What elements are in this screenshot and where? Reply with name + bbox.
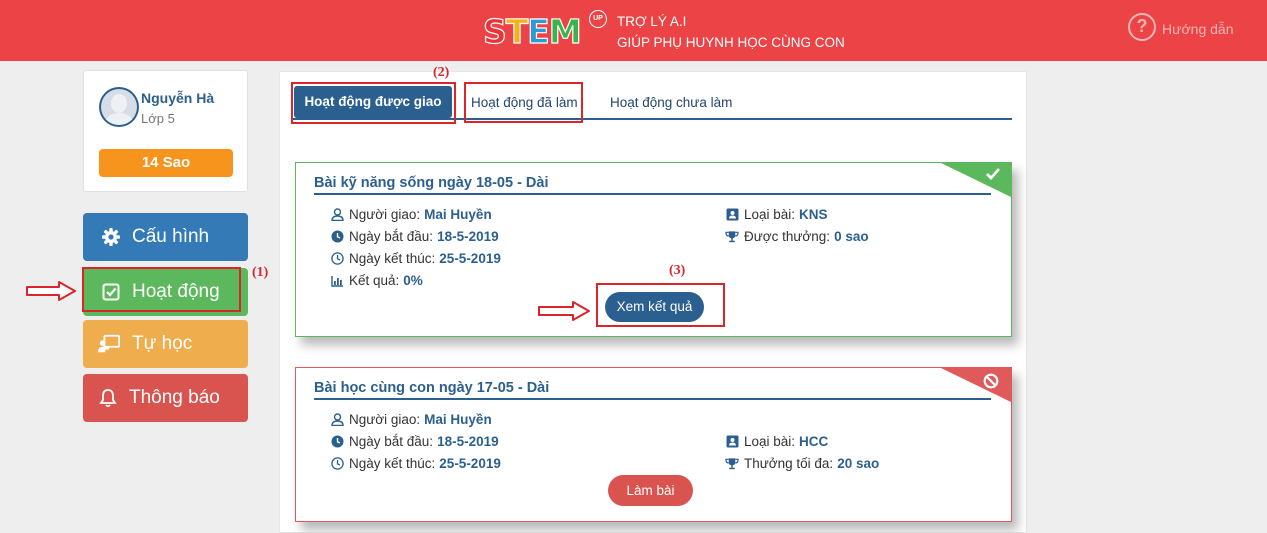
trophy-icon: [725, 230, 739, 244]
start-date-row: Ngày bắt đầu: 18-5-2019: [330, 229, 499, 244]
assigner-row: Người giao: Mai Huyền: [330, 412, 492, 427]
user-name: Nguyễn Hà: [141, 90, 215, 106]
end-date-row: Ngày kết thúc: 25-5-2019: [330, 456, 501, 471]
title-divider: [314, 398, 991, 400]
annotation-2: (2): [433, 65, 450, 80]
app-tagline: TRỢ LÝ A.I GIÚP PHỤ HUYNH HỌC CÙNG CON: [617, 11, 845, 53]
avatar[interactable]: [99, 87, 139, 127]
annotation-3: (3): [669, 263, 686, 278]
stem-logo[interactable]: S T E M UP: [482, 10, 607, 51]
start-date-value: 18-5-2019: [437, 229, 499, 244]
assigner-value: Mai Huyền: [424, 207, 492, 222]
end-date-label: Ngày kết thúc:: [349, 456, 436, 471]
id-card-icon: [725, 208, 739, 222]
menu-config-button[interactable]: Cấu hình: [83, 213, 248, 261]
question-circle-icon: ?: [1128, 13, 1156, 41]
type-row: Loại bài: HCC: [725, 434, 828, 449]
start-date-value: 18-5-2019: [437, 434, 499, 449]
logo-letter: E: [527, 12, 551, 51]
top-header: S T E M UP TRỢ LÝ A.I GIÚP PHỤ HUYNH HỌC…: [0, 0, 1267, 61]
activity-title[interactable]: Bài học cùng con ngày 17-05 - Dài: [314, 380, 549, 396]
logo-up-badge: UP: [589, 10, 607, 28]
clock-outline-icon: [330, 457, 344, 471]
clock-outline-icon: [330, 252, 344, 266]
max-reward-row: Thưởng tối đa: 20 sao: [725, 456, 879, 471]
title-divider: [314, 193, 991, 195]
end-date-label: Ngày kết thúc:: [349, 251, 436, 266]
annotation-1: (1): [252, 265, 269, 280]
arrow-right-icon: [538, 301, 590, 321]
max-reward-value: 20 sao: [837, 456, 880, 471]
highlight-box-tab-assigned: [291, 82, 456, 124]
logo-letter: T: [505, 12, 529, 51]
menu-notifications-button[interactable]: Thông báo: [83, 374, 248, 422]
arrow-right-icon: [26, 281, 76, 301]
logo-letter: M: [548, 12, 582, 51]
type-label: Loại bài:: [744, 207, 796, 222]
user-grade: Lớp 5: [141, 111, 175, 126]
reward-label: Được thưởng:: [744, 229, 831, 244]
clock-icon: [330, 230, 344, 244]
trophy-icon: [725, 457, 739, 471]
type-value: KNS: [799, 207, 828, 222]
assigner-row: Người giao: Mai Huyền: [330, 207, 492, 222]
user-icon: [330, 413, 344, 427]
do-exercise-button[interactable]: Làm bài: [608, 475, 693, 506]
bell-icon: [97, 387, 119, 409]
end-date-value: 25-5-2019: [439, 251, 501, 266]
gear-icon: [100, 226, 122, 248]
clock-icon: [330, 435, 344, 449]
stars-badge: 14 Sao: [99, 149, 233, 177]
teacher-board-icon: [98, 333, 120, 355]
assigner-value: Mai Huyền: [424, 412, 492, 427]
type-row: Loại bài: KNS: [725, 207, 828, 222]
reward-value: 0 sao: [834, 229, 869, 244]
result-value: 0%: [403, 273, 423, 288]
result-label: Kết quả:: [349, 273, 400, 288]
reward-row: Được thưởng: 0 sao: [725, 229, 869, 244]
activity-title[interactable]: Bài kỹ năng sống ngày 18-05 - Dài: [314, 175, 549, 191]
highlight-box-tab-completed: [464, 82, 583, 123]
bar-chart-icon: [330, 274, 344, 288]
type-value: HCC: [799, 434, 829, 449]
logo-letter: S: [482, 12, 507, 51]
tagline-line-1: TRỢ LÝ A.I: [617, 14, 687, 29]
tab-pending-activities[interactable]: Hoạt động chưa làm: [610, 95, 732, 110]
help-link[interactable]: ? Hướng dẫn: [1128, 13, 1234, 41]
menu-self-study-button[interactable]: Tự học: [83, 320, 248, 368]
menu-notifications-label: Thông báo: [129, 387, 220, 408]
user-icon: [330, 208, 344, 222]
end-date-value: 25-5-2019: [439, 456, 501, 471]
assigner-label: Người giao:: [349, 207, 421, 222]
help-label: Hướng dẫn: [1162, 21, 1234, 37]
assigner-label: Người giao:: [349, 412, 421, 427]
status-corner: [941, 368, 1011, 402]
user-profile-card: Nguyễn Hà Lớp 5 14 Sao: [83, 70, 248, 192]
result-row: Kết quả: 0%: [330, 273, 423, 288]
start-date-label: Ngày bắt đầu:: [349, 229, 434, 244]
type-label: Loại bài:: [744, 434, 796, 449]
menu-self-study-label: Tự học: [132, 333, 193, 354]
activity-card: Bài học cùng con ngày 17-05 - Dài Người …: [295, 367, 1012, 522]
start-date-row: Ngày bắt đầu: 18-5-2019: [330, 434, 499, 449]
id-card-icon: [725, 435, 739, 449]
check-icon: [985, 167, 1001, 184]
tagline-line-2: GIÚP PHỤ HUYNH HỌC CÙNG CON: [617, 35, 845, 50]
end-date-row: Ngày kết thúc: 25-5-2019: [330, 251, 501, 266]
ban-icon: [983, 373, 999, 392]
highlight-box-view-result: [596, 283, 725, 327]
highlight-box-activity: [82, 267, 241, 312]
menu-config-label: Cấu hình: [132, 226, 210, 247]
max-reward-label: Thưởng tối đa:: [744, 456, 834, 471]
start-date-label: Ngày bắt đầu:: [349, 434, 434, 449]
